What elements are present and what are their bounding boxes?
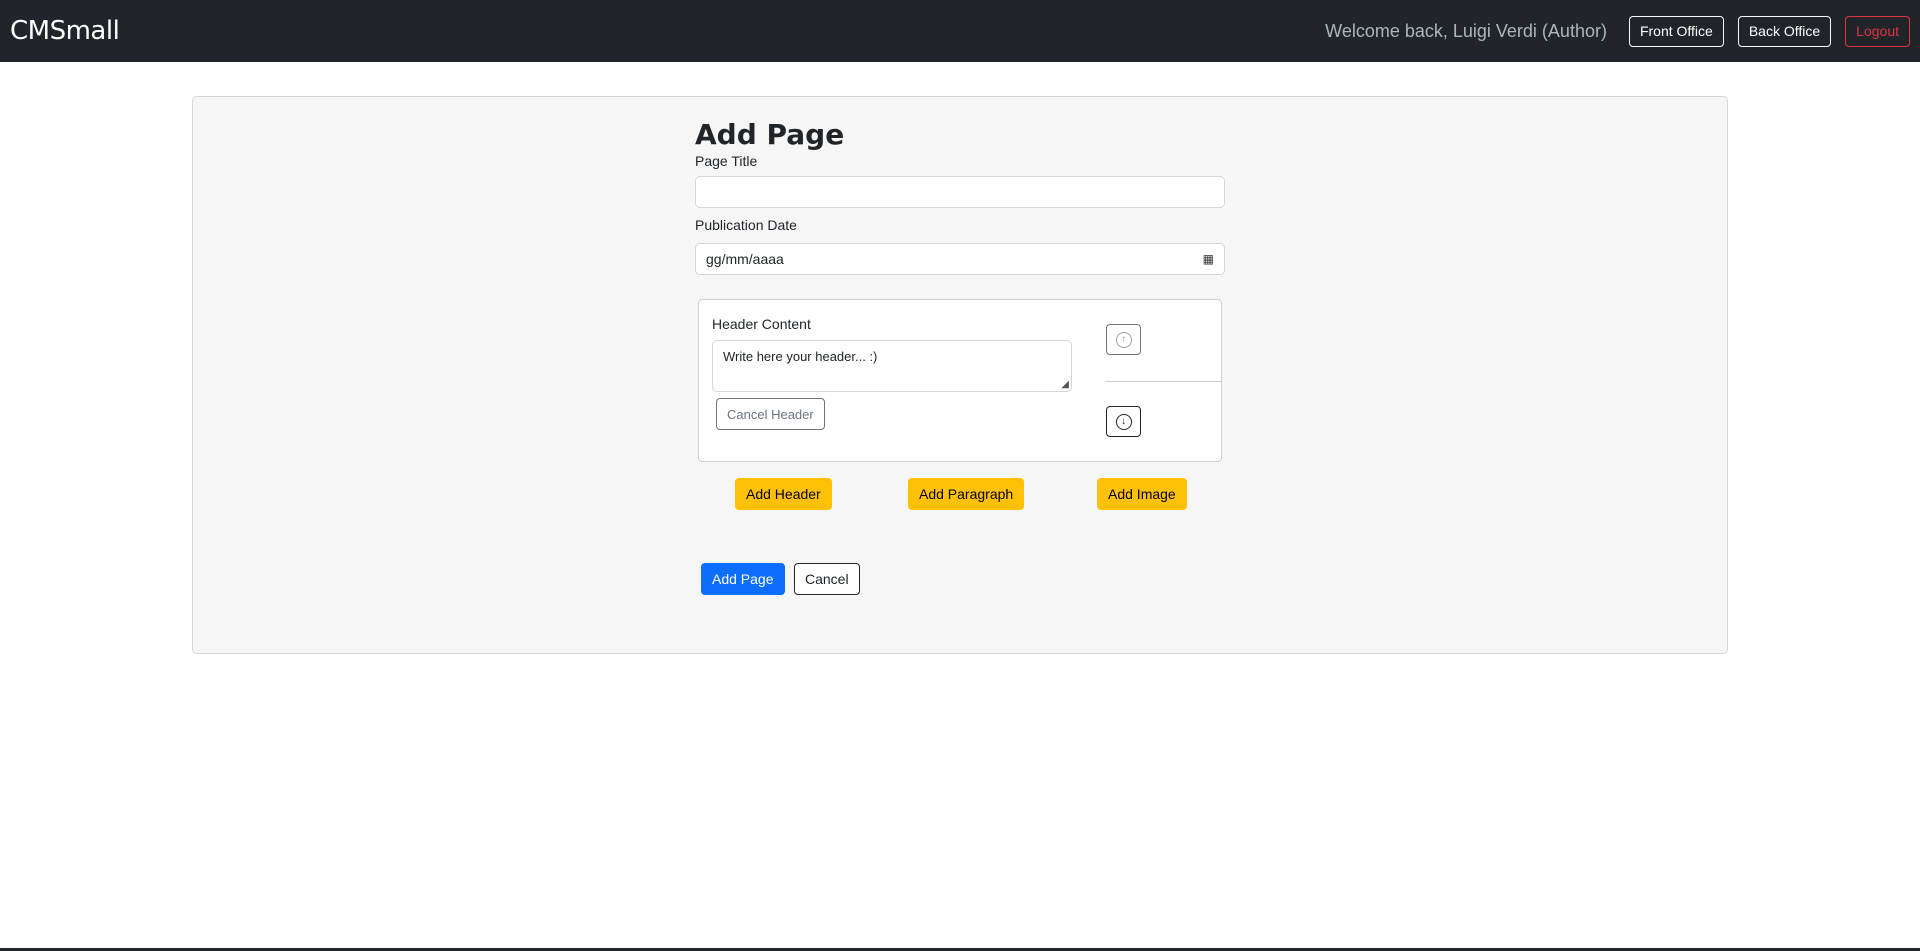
header-content-text: Write here your header... :) — [723, 349, 878, 364]
cancel-header-button[interactable]: Cancel Header — [716, 398, 825, 430]
move-up-button[interactable]: ↑ — [1106, 324, 1141, 355]
header-content-textarea[interactable]: Write here your header... :) ◢ — [712, 340, 1072, 392]
cancel-button[interactable]: Cancel — [794, 563, 860, 595]
back-office-button[interactable]: Back Office — [1737, 15, 1832, 47]
arrow-up-circle-icon: ↑ — [1115, 331, 1132, 348]
front-office-button[interactable]: Front Office — [1628, 15, 1724, 47]
welcome-text: Welcome back, Luigi Verdi (Author) — [1325, 20, 1607, 41]
page-title-label: Page Title — [695, 153, 758, 169]
arrow-down-circle-icon: ↓ — [1115, 413, 1132, 430]
header-content-label: Header Content — [712, 316, 811, 332]
brand-title[interactable]: CMSmall — [10, 16, 120, 46]
page-title: Add Page — [695, 118, 845, 151]
page-title-input[interactable] — [695, 176, 1225, 208]
publication-date-label: Publication Date — [695, 217, 797, 233]
header-content-block: Header Content Write here your header...… — [698, 299, 1222, 462]
block-divider — [1106, 381, 1221, 382]
add-page-form: Add Page Page Title Publication Date gg/… — [695, 118, 1225, 275]
calendar-icon[interactable]: ▦ — [1203, 252, 1214, 266]
add-header-button[interactable]: Add Header — [735, 478, 832, 510]
add-page-button[interactable]: Add Page — [701, 563, 785, 595]
add-image-button[interactable]: Add Image — [1097, 478, 1187, 510]
navbar-right: Welcome back, Luigi Verdi (Author) Front… — [1325, 15, 1910, 47]
logout-button[interactable]: Logout — [1845, 15, 1910, 47]
add-paragraph-button[interactable]: Add Paragraph — [908, 478, 1025, 510]
publication-date-input[interactable]: gg/mm/aaaa ▦ — [695, 243, 1225, 275]
publication-date-value: gg/mm/aaaa — [706, 251, 784, 267]
resize-handle-icon[interactable]: ◢ — [1061, 379, 1069, 390]
navbar: CMSmall Welcome back, Luigi Verdi (Autho… — [0, 0, 1920, 62]
move-down-button[interactable]: ↓ — [1106, 406, 1141, 437]
